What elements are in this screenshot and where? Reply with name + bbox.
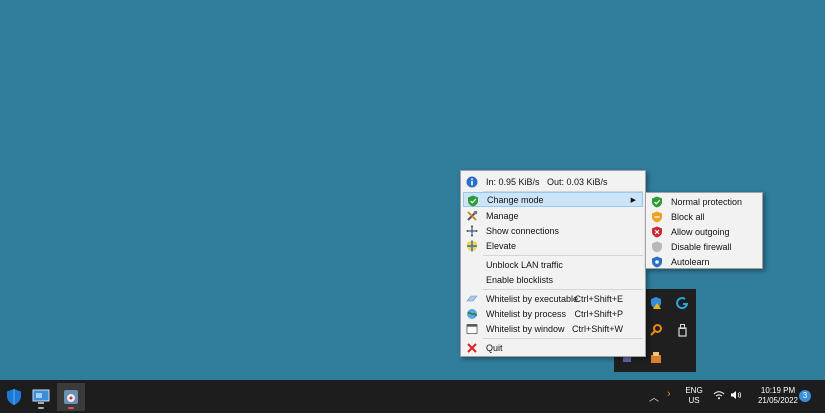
menu-item-show-connections[interactable]: Show connections bbox=[463, 223, 643, 238]
window-icon bbox=[465, 322, 478, 335]
menu-item-enable-blocklists[interactable]: Enable blocklists bbox=[463, 272, 643, 287]
whitelist-executable-shortcut: Ctrl+Shift+E bbox=[574, 293, 623, 304]
change-mode-label: Change mode bbox=[487, 194, 544, 205]
volume-icon[interactable] bbox=[730, 390, 742, 402]
logitech-g-tray-icon[interactable] bbox=[674, 295, 690, 311]
whitelist-window-label: Whitelist by window bbox=[486, 323, 565, 334]
running-indicator bbox=[68, 407, 74, 409]
menu-item-whitelist-window[interactable]: Whitelist by window Ctrl+Shift+W bbox=[463, 321, 643, 336]
tray-arrow-icon[interactable]: › bbox=[667, 388, 671, 400]
windows-security-shield-icon bbox=[7, 389, 21, 405]
manage-label: Manage bbox=[486, 210, 519, 221]
show-hidden-icons-chevron-icon[interactable]: ︿ bbox=[649, 389, 659, 404]
whitelist-process-shortcut: Ctrl+Shift+P bbox=[574, 308, 623, 319]
change-mode-submenu: Normal protection Block all Allow outgoi… bbox=[645, 192, 763, 269]
submenu-item-disable-firewall[interactable]: Disable firewall bbox=[648, 239, 760, 254]
quit-label: Quit bbox=[486, 342, 503, 353]
menu-separator bbox=[483, 338, 643, 339]
monitor-icon bbox=[32, 389, 50, 404]
submenu-item-autolearn[interactable]: Autolearn bbox=[648, 254, 760, 269]
wifi-icon[interactable] bbox=[713, 390, 725, 402]
enable-blocklists-label: Enable blocklists bbox=[486, 274, 554, 285]
running-indicator bbox=[38, 407, 44, 409]
blue-shield-icon bbox=[650, 255, 663, 268]
taskbar: ︿ › ENG US 10:19 PM 21/05/2022 3 bbox=[0, 380, 825, 413]
submenu-item-allow-outgoing[interactable]: Allow outgoing bbox=[648, 224, 760, 239]
menu-item-quit[interactable]: Quit bbox=[463, 340, 643, 355]
menu-item-elevate[interactable]: Elevate bbox=[463, 238, 643, 253]
info-icon bbox=[465, 175, 478, 188]
package-tray-icon[interactable] bbox=[648, 349, 664, 365]
clock-time: 10:19 PM bbox=[760, 386, 796, 395]
menu-item-traffic-stats: In: 0.95 KiB/s Out: 0.03 KiB/s bbox=[463, 174, 643, 189]
show-connections-label: Show connections bbox=[486, 225, 560, 236]
traffic-stats-label: In: 0.95 KiB/s Out: 0.03 KiB/s bbox=[486, 176, 608, 187]
unblock-lan-label: Unblock LAN traffic bbox=[486, 259, 563, 270]
network-connections-icon bbox=[465, 224, 478, 237]
clock[interactable]: 10:19 PM 21/05/2022 bbox=[750, 386, 806, 406]
elevate-label: Elevate bbox=[486, 240, 517, 251]
disable-firewall-label: Disable firewall bbox=[671, 241, 732, 252]
search-key-tray-icon[interactable] bbox=[648, 322, 664, 338]
submenu-arrow-icon: ▶ bbox=[630, 196, 636, 204]
gray-shield-icon bbox=[650, 240, 663, 253]
block-all-label: Block all bbox=[671, 211, 705, 222]
usb-drive-tray-icon[interactable] bbox=[674, 322, 690, 338]
whitelist-process-label: Whitelist by process bbox=[486, 308, 567, 319]
green-shield-icon bbox=[466, 194, 479, 207]
whitelist-window-shortcut: Ctrl+Shift+W bbox=[571, 323, 623, 334]
process-globe-icon bbox=[465, 307, 478, 320]
uac-shield-icon bbox=[465, 239, 478, 252]
tools-icon bbox=[465, 209, 478, 222]
shield-warning-tray-icon[interactable] bbox=[648, 295, 664, 311]
red-x-icon bbox=[465, 341, 478, 354]
clock-date: 21/05/2022 bbox=[757, 396, 799, 405]
language-indicator[interactable]: ENG US bbox=[682, 386, 706, 406]
taskbar-app-defender[interactable] bbox=[0, 383, 28, 411]
firewall-context-menu: In: 0.95 KiB/s Out: 0.03 KiB/s Change mo… bbox=[460, 170, 646, 357]
taskbar-app-remote-desktop[interactable] bbox=[27, 383, 55, 411]
menu-separator bbox=[483, 289, 643, 290]
autolearn-label: Autolearn bbox=[671, 256, 710, 267]
menu-separator bbox=[483, 255, 643, 256]
executable-icon bbox=[465, 292, 478, 305]
firewall-app-icon bbox=[64, 390, 78, 404]
green-shield-icon bbox=[650, 195, 663, 208]
red-shield-icon bbox=[650, 225, 663, 238]
language-top: ENG bbox=[685, 386, 703, 395]
allow-outgoing-label: Allow outgoing bbox=[671, 226, 730, 237]
menu-item-change-mode[interactable]: Change mode ▶ bbox=[463, 192, 643, 207]
taskbar-app-firewall[interactable] bbox=[57, 383, 85, 411]
orange-shield-icon bbox=[650, 210, 663, 223]
submenu-item-block-all[interactable]: Block all bbox=[648, 209, 760, 224]
language-bottom: US bbox=[688, 396, 700, 405]
normal-protection-label: Normal protection bbox=[671, 196, 743, 207]
menu-item-manage[interactable]: Manage bbox=[463, 208, 643, 223]
notification-badge[interactable]: 3 bbox=[799, 390, 811, 402]
menu-item-whitelist-executable[interactable]: Whitelist by executable Ctrl+Shift+E bbox=[463, 291, 643, 306]
whitelist-executable-label: Whitelist by executable bbox=[486, 293, 579, 304]
menu-item-unblock-lan[interactable]: Unblock LAN traffic bbox=[463, 257, 643, 272]
menu-item-whitelist-process[interactable]: Whitelist by process Ctrl+Shift+P bbox=[463, 306, 643, 321]
submenu-item-normal-protection[interactable]: Normal protection bbox=[648, 194, 760, 209]
